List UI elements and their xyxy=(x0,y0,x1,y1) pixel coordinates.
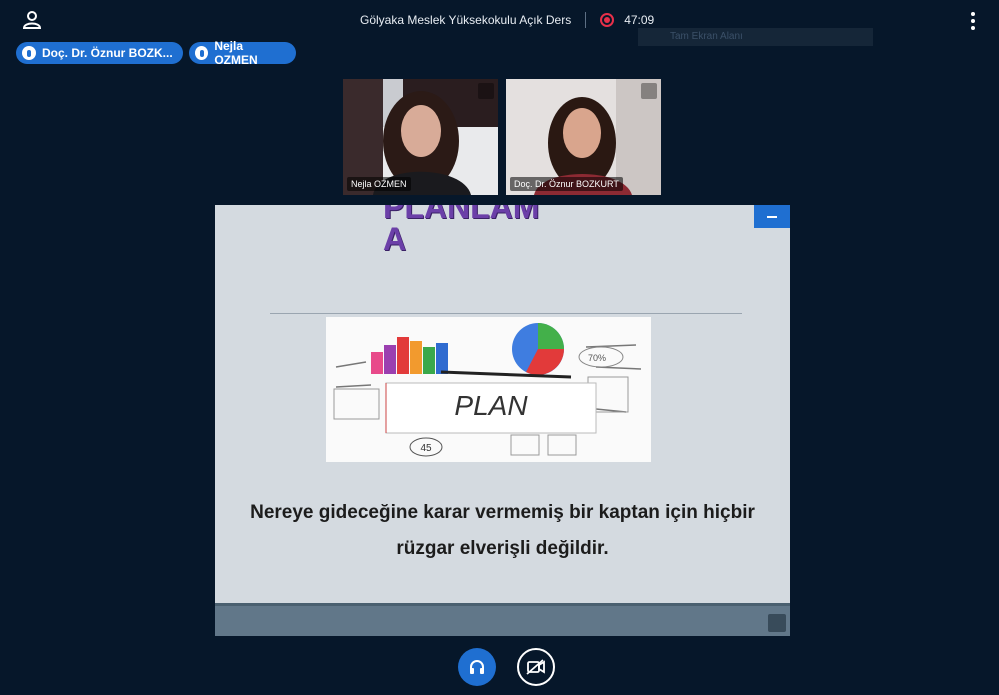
user-list-button[interactable] xyxy=(22,10,42,30)
slide-divider xyxy=(270,313,742,314)
presentation-toolbar xyxy=(215,603,790,636)
video-button[interactable] xyxy=(517,648,555,686)
audio-button[interactable] xyxy=(458,648,496,686)
image-number: 45 xyxy=(420,443,432,454)
options-button[interactable] xyxy=(966,10,980,32)
kebab-menu-icon xyxy=(971,12,975,16)
title-separator xyxy=(585,12,587,28)
expand-icon[interactable] xyxy=(478,83,494,99)
expand-icon[interactable] xyxy=(641,83,657,99)
record-icon[interactable] xyxy=(600,13,615,27)
presentation-slide: PLANLAM A 70% PLAN 45 Nereye gideceğine … xyxy=(215,205,790,603)
svg-text:70%: 70% xyxy=(588,353,606,363)
webcam-nejla[interactable]: Nejla OZMEN xyxy=(343,79,498,195)
plan-illustration-graphic: 70% PLAN 45 xyxy=(326,317,651,462)
webcam-name: Doç. Dr. Öznur BOZKURT xyxy=(510,177,623,191)
slide-quote-line-1: Nereye gideceğine karar vermemiş bir kap… xyxy=(250,502,755,523)
microphone-icon xyxy=(22,46,36,60)
expand-icon[interactable] xyxy=(768,614,786,632)
webcam-name: Nejla OZMEN xyxy=(347,177,411,191)
webcam-oznur[interactable]: Doç. Dr. Öznur BOZKURT xyxy=(506,79,661,195)
talker-name: Nejla OZMEN xyxy=(214,39,258,67)
plan-illustration: 70% PLAN 45 xyxy=(326,317,651,462)
meeting-title-bar: Gölyaka Meslek Yüksekokulu Açık Ders 47:… xyxy=(360,10,654,30)
plan-word: PLAN xyxy=(454,390,528,421)
user-icon xyxy=(22,11,42,29)
minimize-presentation-button[interactable] xyxy=(754,205,790,228)
talker-name: Doç. Dr. Öznur BOZK... xyxy=(42,46,173,60)
slide-title: PLANLAM A xyxy=(383,205,540,257)
talker-pill-nejla[interactable]: Nejla OZMEN xyxy=(189,39,296,67)
headphones-icon xyxy=(470,660,484,674)
recording-time: 47:09 xyxy=(624,13,655,27)
talker-pill-oznur[interactable]: Doç. Dr. Öznur BOZK... xyxy=(16,42,183,64)
meeting-title: Gölyaka Meslek Yüksekokulu Açık Ders xyxy=(360,13,572,27)
slide-quote: Nereye gideceğine karar vermemiş bir kap… xyxy=(215,495,790,567)
fullscreen-hint: Tam Ekran Alanı xyxy=(638,28,873,46)
slide-quote-line-2: rüzgar elverişli değildir. xyxy=(396,538,609,559)
microphone-icon xyxy=(195,46,209,60)
video-off-icon xyxy=(526,659,545,675)
